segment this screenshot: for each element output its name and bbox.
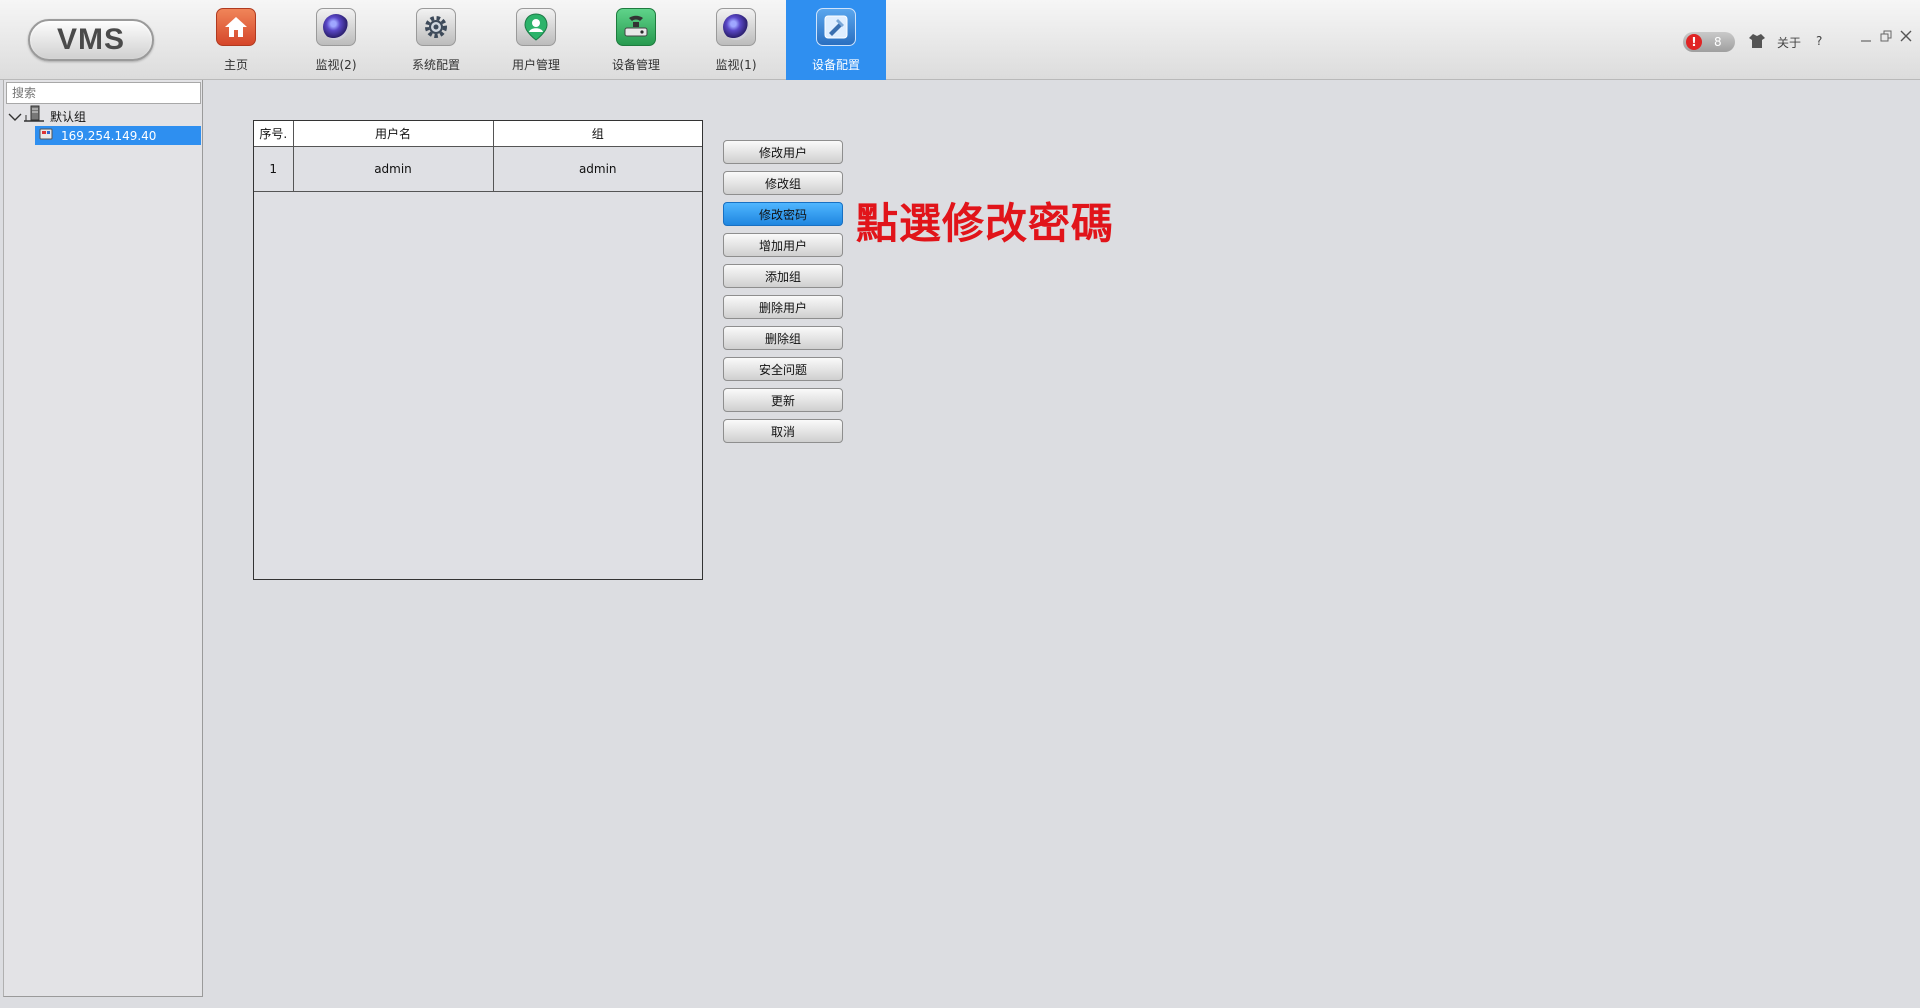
nav-monitor-2[interactable]: 监视(2) [286, 0, 386, 80]
search-input[interactable] [6, 82, 201, 104]
column-header-username[interactable]: 用户名 [293, 121, 494, 147]
column-header-group[interactable]: 组 [493, 121, 702, 147]
cell-group: admin [493, 146, 702, 192]
nav-user-management-label: 用户管理 [511, 58, 560, 72]
cell-username: admin [293, 146, 494, 192]
server-group-icon [22, 105, 46, 127]
device-ip-label: 169.254.149.40 [61, 128, 157, 143]
nav-device-management[interactable]: 设备管理 [586, 0, 686, 80]
vms-logo: VMS [28, 19, 154, 61]
close-icon[interactable] [1898, 28, 1914, 44]
nav-monitor-2-label: 监视(2) [315, 58, 357, 72]
chevron-down-icon[interactable] [8, 107, 22, 126]
device-config-icon [816, 8, 856, 46]
add-group-button[interactable]: 添加组 [723, 264, 843, 288]
nav-device-config-label: 设备配置 [811, 58, 860, 72]
modify-user-button[interactable]: 修改用户 [723, 140, 843, 164]
gear-icon [416, 8, 456, 46]
nav-system-config[interactable]: 系统配置 [386, 0, 486, 80]
restore-icon[interactable] [1878, 28, 1894, 44]
device-tree-panel: 默认组 169.254.149.40 [3, 80, 203, 997]
help-link[interactable]: ? [1816, 34, 1822, 48]
delete-user-button[interactable]: 删除用户 [723, 295, 843, 319]
alert-icon: ! [1686, 34, 1702, 50]
instruction-annotation: 點選修改密碼 [856, 199, 1115, 248]
delete-group-button[interactable]: 删除组 [723, 326, 843, 350]
camera-lens-icon [716, 8, 756, 46]
nav-device-config[interactable]: 设备配置 [786, 0, 886, 80]
add-user-button[interactable]: 增加用户 [723, 233, 843, 257]
cancel-button[interactable]: 取消 [723, 419, 843, 443]
camera-lens-icon [316, 8, 356, 46]
table-header-row: 序号. 用户名 组 [254, 121, 702, 147]
about-link[interactable]: 关于 [1777, 34, 1801, 51]
refresh-button[interactable]: 更新 [723, 388, 843, 412]
nav-monitor-1-label: 监视(1) [715, 58, 757, 72]
change-password-button[interactable]: 修改密码 [723, 202, 843, 226]
user-table: 序号. 用户名 组 1 admin admin [253, 120, 703, 580]
device-icon [616, 8, 656, 46]
alert-badge[interactable]: ! 8 [1683, 32, 1735, 52]
minimize-icon[interactable] [1858, 28, 1874, 44]
tree-group-default[interactable]: 默认组 [4, 105, 201, 127]
dvr-device-icon [39, 127, 53, 144]
nav-monitor-1[interactable]: 监视(1) [686, 0, 786, 80]
nav-user-management[interactable]: 用户管理 [486, 0, 586, 80]
column-header-index[interactable]: 序号. [254, 121, 294, 147]
cell-index: 1 [254, 146, 294, 192]
nav-home[interactable]: 主页 [186, 0, 286, 80]
alert-count: 8 [1714, 35, 1722, 49]
modify-group-button[interactable]: 修改组 [723, 171, 843, 195]
nav-home-label: 主页 [223, 58, 248, 72]
main-nav: 主页 监视(2) 系统配置 用户管理 设备管理 监视(1) 设备配置 [186, 0, 886, 80]
home-icon [216, 8, 256, 46]
tree-device-item[interactable]: 169.254.149.40 [35, 126, 201, 145]
tree-group-label: 默认组 [50, 109, 87, 124]
security-question-button[interactable]: 安全问题 [723, 357, 843, 381]
top-bar: VMS 主页 监视(2) 系统配置 用户管理 设备管理 监视(1) 设备配置 !… [0, 0, 1920, 80]
skin-shirt-icon[interactable] [1748, 33, 1766, 53]
nav-device-management-label: 设备管理 [611, 58, 660, 72]
user-icon [516, 8, 556, 46]
nav-system-config-label: 系统配置 [411, 58, 460, 72]
table-row[interactable]: 1 admin admin [254, 146, 702, 192]
